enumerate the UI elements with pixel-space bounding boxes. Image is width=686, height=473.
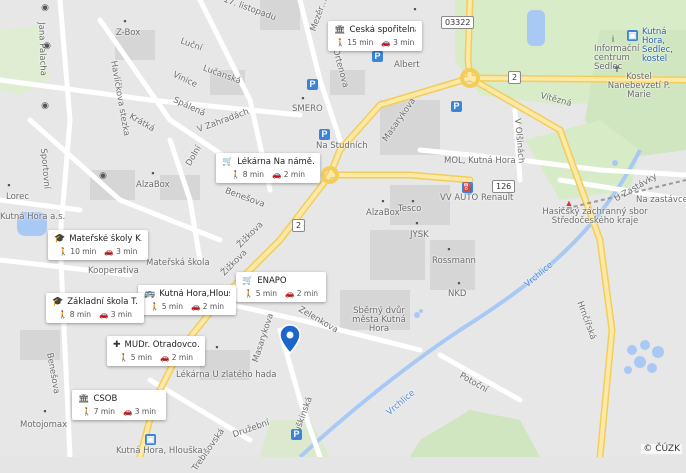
shop-icon[interactable]: ▪ [444,244,454,254]
poi-label: AlzaBox [366,208,400,218]
road-shield: 2 [508,71,522,84]
street-label: Na Studních [316,141,368,151]
shop-icon[interactable]: ▪ [4,180,14,190]
poi-label: AlzaBox [136,180,170,190]
card-title: MUDr. Otradovco… [124,340,199,350]
car-time: 🚗 2 min [272,170,306,179]
shop-icon[interactable]: ▪ [40,406,50,416]
car-time: 🚗 2 min [285,289,319,298]
fuel-icon[interactable]: ⛽ [462,182,473,193]
church-icon[interactable]: ✝ [612,64,622,74]
box-icon[interactable]: ▪ [148,168,158,178]
poi-label: Kutná Hora, Sedlec, kostel [642,27,673,64]
pin-icon[interactable]: ◉ [42,40,52,50]
location-pin-icon[interactable] [279,324,301,354]
copyright: © ČÚZK [641,444,682,454]
walk-time: 🚶 5 min [243,289,277,298]
street-label: Na zastávce [636,195,686,205]
pin-icon[interactable]: ◉ [40,100,50,110]
poi-card-csob[interactable]: 🏛 ČSOB 🚶 7 min 🚗 3 min [72,390,166,420]
poi-card-materske-skoly[interactable]: 🎓 Mateřské školy K… 🚶 10 min 🚗 3 min [48,230,148,260]
poi-label: SMERO [292,104,323,114]
poi-label: Albert [394,60,420,70]
school-icon: 🎓 [52,297,64,307]
poi-label: NKD [448,289,467,299]
box-icon[interactable]: ▪ [378,196,388,206]
cart-icon: 🛒 [242,276,254,286]
card-title: Kutná Hora,Hlouš… [159,289,230,299]
car-time: 🚗 3 min [381,38,415,47]
walk-time: 🚶 15 min [335,38,374,47]
bus-icon: 🚌 [144,289,156,299]
poi-card-mudr[interactable]: ✚ MUDr. Otradovco… 🚶 5 min 🚗 2 min [107,336,205,366]
poi-label: Mateřská škola [146,258,210,268]
road-shield: 2 [292,219,306,232]
parking-icon[interactable]: P [372,51,383,62]
info-icon[interactable]: i [608,34,618,44]
poi-card-enapo[interactable]: 🛒 ENAPO 🚶 5 min 🚗 2 min [236,272,326,302]
poi-label: JYSK [410,230,429,240]
car-time: 🚗 3 min [104,247,138,256]
shop-icon[interactable]: ▪ [410,4,420,14]
bus-stop-icon[interactable]: ▣ [627,30,638,41]
parking-icon[interactable]: P [291,429,302,440]
poi-label: Z-Box [116,28,141,38]
card-title: Lékárna Na námě… [237,157,314,167]
shop-icon[interactable]: ▪ [454,278,464,288]
walk-time: 🚶 8 min [230,170,264,179]
poi-label: Lorec [6,192,29,202]
walk-time: 🚶 8 min [57,310,91,319]
street-label: Kooperativa [88,266,139,276]
poi-card-kutna-hora-hlouska[interactable]: 🚌Kutná Hora,Hlouš… 🚶 5 min 🚗 2 min [138,285,236,315]
shop-icon[interactable]: ▪ [298,93,308,103]
medical-icon: ✚ [113,340,121,350]
bus-stop-icon[interactable]: ▣ [145,434,156,445]
poi-label: Kostel Nanebevzetí P. Marie [607,72,671,100]
walk-time: 🚶 5 min [149,302,183,311]
card-title: ENAPO [257,276,287,286]
parking-icon[interactable]: P [307,79,318,90]
card-title: Základní škola T. … [67,297,138,307]
pin-icon[interactable]: ◉ [98,170,108,180]
card-title: Mateřské školy K… [69,234,142,244]
card-title: ČSOB [93,394,118,404]
poi-label: Rossmann [432,256,476,266]
parking-icon[interactable]: P [319,129,330,140]
car-time: 🚗 2 min [191,302,225,311]
walk-time: 🚶 7 min [81,407,115,416]
bank-icon: 🏛 [334,25,346,35]
poi-card-zakladni-skola[interactable]: 🎓Základní škola T. … 🚶 8 min 🚗 3 min [46,293,144,323]
car-time: 🚗 3 min [99,310,133,319]
poi-label: Motojomax [20,420,68,430]
poi-label: VV AUTO Renault [440,193,514,203]
fire-station-icon[interactable]: ▲ [564,198,574,208]
parking-icon[interactable]: P [451,101,462,112]
pin-icon[interactable]: ◉ [40,2,50,12]
poi-label: Kutná Hora, Hlouška [116,446,203,456]
school-icon: 🎓 [54,234,66,244]
shop-icon[interactable]: ▪ [412,218,422,228]
shop-icon[interactable]: ▪ [408,196,418,206]
poi-label: Kutná Hora a.s. [0,212,66,222]
car-time: 🚗 2 min [160,353,194,362]
road-shield: 03322 [441,16,475,29]
car-time: 🚗 3 min [123,407,157,416]
walk-time: 🚶 5 min [118,353,152,362]
poi-card-ceska-sporitelna[interactable]: 🏛 Česká spořitelna 🚶 15 min 🚗 3 min [328,21,422,51]
poi-label: Hasičský záchranný sbor Středočeského kr… [542,207,648,226]
poi-label: Lékárna U zlatého hada [176,370,277,380]
card-title: Česká spořitelna [349,25,416,35]
road-shield: 126 [492,180,516,193]
box-icon[interactable]: ▪ [120,16,130,26]
bank-icon: 🏛 [78,394,90,404]
walk-time: 🚶 10 min [58,247,97,256]
shop-icon[interactable]: ▪ [212,342,222,352]
poi-label: MOL, Kutná Hora [444,156,516,166]
poi-label: Sběrný dvůr města Kutná Hora [352,306,406,334]
cart-icon: 🛒 [222,157,234,167]
poi-card-lekarna[interactable]: 🛒 Lékárna Na námě… 🚶 8 min 🚗 2 min [216,153,320,183]
